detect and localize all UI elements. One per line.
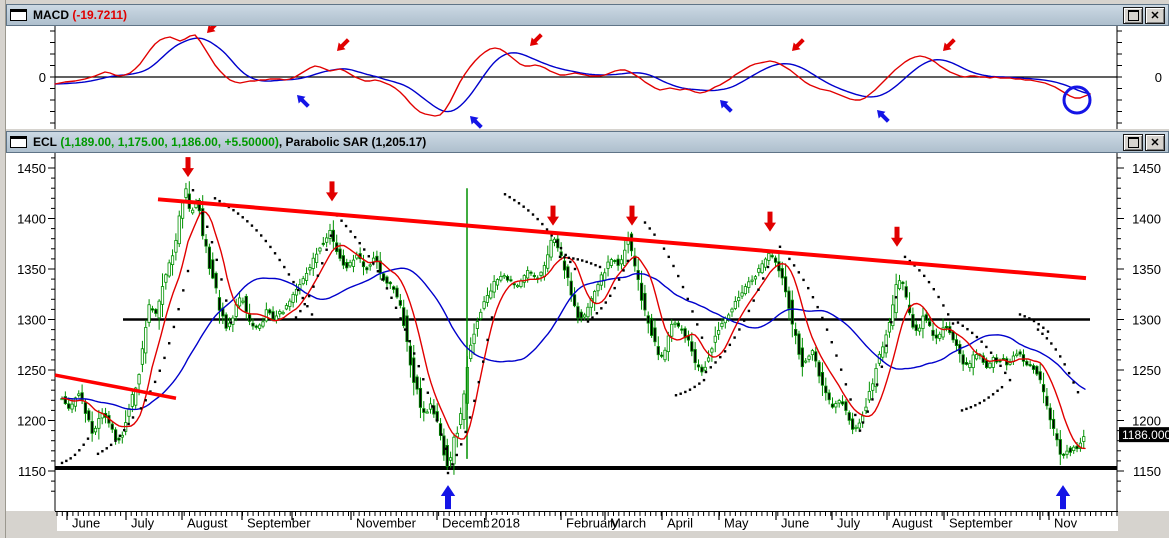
- close-icon: ✕: [1150, 137, 1160, 149]
- time-axis: June July August September November December2…: [55, 511, 1118, 531]
- month-label: March: [610, 516, 646, 531]
- y-axis-label: 1250: [17, 363, 46, 378]
- y-axis-label: 1250: [1132, 363, 1161, 378]
- month-label: July: [837, 516, 861, 531]
- maximize-button[interactable]: [1123, 134, 1143, 151]
- month-label: September: [949, 516, 1013, 531]
- y-axis-label: 1300: [1132, 313, 1161, 328]
- month-label: September: [247, 516, 311, 531]
- price-plot-bg: [6, 153, 1169, 511]
- macd-titlebar[interactable]: MACD (-19.7211) ✕: [6, 4, 1169, 26]
- month-label: July: [131, 516, 155, 531]
- macd-value: (-19.7211): [69, 8, 128, 22]
- y-axis-label: 1350: [1132, 262, 1161, 277]
- month-label: 2018: [491, 516, 520, 531]
- ecl-title-indicator: , Parabolic SAR (1,205.17): [278, 135, 427, 149]
- month-label: June: [781, 516, 809, 531]
- y-axis-label: 1450: [17, 161, 46, 176]
- svg-text:1186.000: 1186.000: [1122, 428, 1169, 442]
- macd-title: MACD: [33, 8, 69, 22]
- y-axis-label: 1350: [17, 262, 46, 277]
- macd-chart[interactable]: 00: [6, 26, 1169, 129]
- y-axis-label: 1150: [18, 464, 46, 479]
- y-axis-label: 1400: [1132, 212, 1161, 227]
- month-label: June: [72, 516, 100, 531]
- maximize-button[interactable]: [1123, 7, 1143, 24]
- month-label: August: [892, 516, 933, 531]
- maximize-icon: [1127, 137, 1139, 148]
- ecl-title-quote: (1,189.00, 1,175.00, 1,186.00, +5.50000): [57, 135, 279, 149]
- y-axis-label: 1300: [17, 313, 46, 328]
- y-axis-label: 1450: [1132, 161, 1161, 176]
- price-chart[interactable]: 1150 1150 1200 1200 1250 1250 1300 1300 1350 1350…: [6, 153, 1169, 511]
- maximize-icon: [1127, 10, 1139, 21]
- y-axis-label: 1150: [1133, 464, 1161, 479]
- close-icon: ✕: [1150, 10, 1160, 22]
- macd-zero-label-left: 0: [39, 70, 46, 85]
- window-icon: [10, 136, 27, 148]
- macd-zero-label-right: 0: [1155, 70, 1162, 85]
- y-axis-label: 1200: [17, 414, 46, 429]
- close-button[interactable]: ✕: [1145, 7, 1165, 24]
- close-button[interactable]: ✕: [1145, 134, 1165, 151]
- month-label: May: [724, 516, 749, 531]
- chart-window: MACD (-19.7211) ✕ 00 ECL (1,189.00, 1,17…: [0, 0, 1169, 538]
- window-icon: [10, 9, 27, 21]
- ecl-title-symbol: ECL: [33, 135, 57, 149]
- ecl-titlebar[interactable]: ECL (1,189.00, 1,175.00, 1,186.00, +5.50…: [6, 131, 1169, 153]
- y-axis-label: 1400: [17, 212, 46, 227]
- month-label: August: [187, 516, 228, 531]
- month-label: Nov: [1054, 516, 1078, 531]
- time-axis-labels: June July August September November December2…: [72, 515, 1078, 531]
- last-price-tag: 1186.000: [1119, 427, 1169, 443]
- month-label: November: [356, 516, 417, 531]
- y-axis-label: 1200: [1132, 414, 1161, 429]
- month-label: April: [667, 516, 693, 531]
